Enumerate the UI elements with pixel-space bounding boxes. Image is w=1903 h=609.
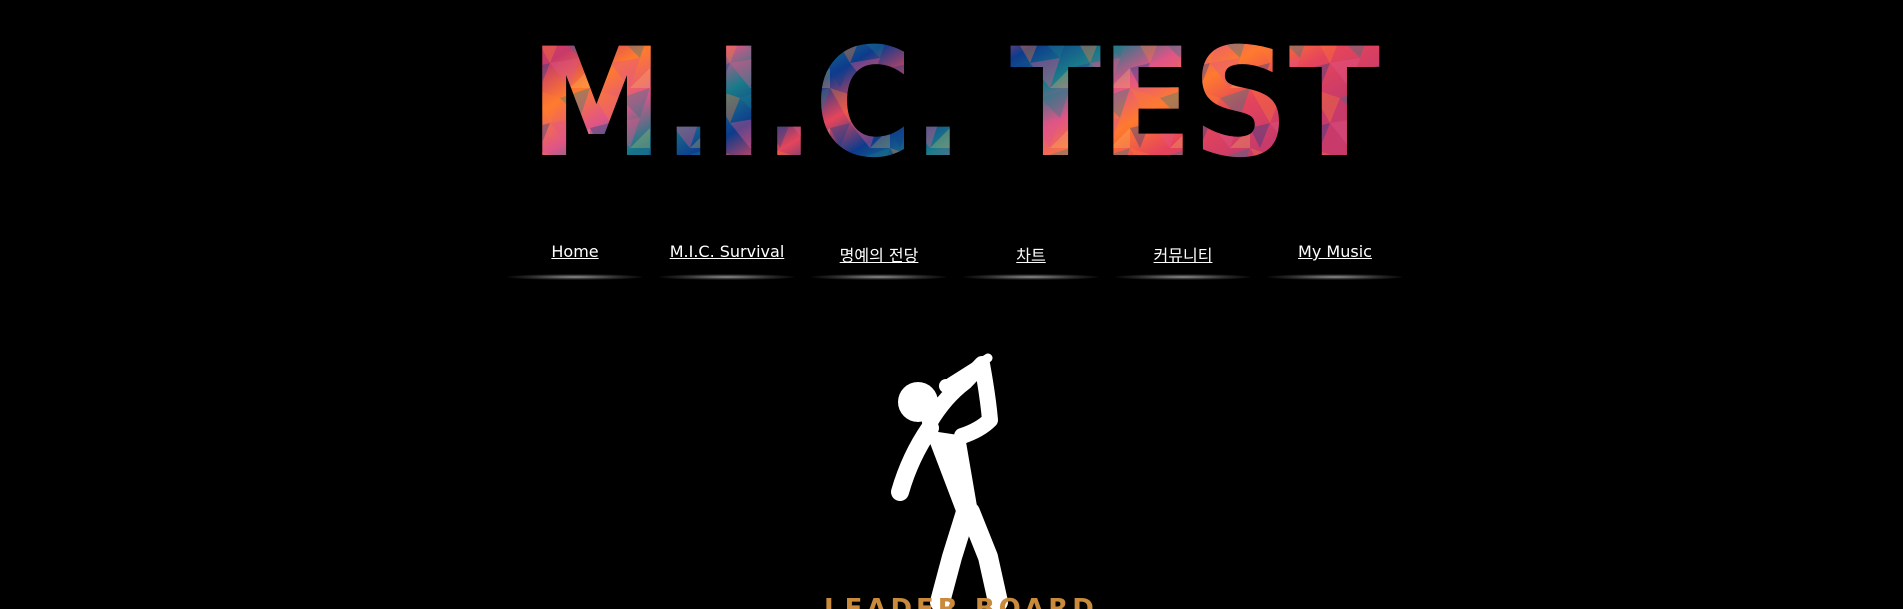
nav-link-chart[interactable]: 차트: [1016, 242, 1045, 266]
site-logo[interactable]: M.I.C. TEST M.I.C. TEST: [530, 28, 1380, 168]
nav-link-community[interactable]: 커뮤니티: [1154, 242, 1213, 266]
nav-shadow: [659, 274, 795, 280]
nav-link-mic-survival[interactable]: M.I.C. Survival: [670, 242, 785, 261]
main-nav: Home M.I.C. Survival 명예의 전당 차트 커뮤니티 My M…: [505, 232, 1405, 280]
nav-item-community[interactable]: 커뮤니티: [1113, 232, 1253, 280]
logo-mosaic-icon: M.I.C. TEST M.I.C. TEST: [530, 28, 1380, 168]
nav-shadow: [811, 274, 947, 280]
nav-shadow: [1267, 274, 1403, 280]
hero-singer: [870, 352, 1020, 609]
nav-item-my-music[interactable]: My Music: [1265, 232, 1405, 280]
svg-text:M.I.C. TEST: M.I.C. TEST: [530, 28, 1380, 168]
leaderboard-title: LEADER BOARD: [824, 594, 1098, 609]
nav-link-home[interactable]: Home: [551, 242, 598, 261]
singer-with-microphone-icon: [891, 353, 1008, 609]
nav-shadow: [963, 274, 1099, 280]
nav-shadow: [507, 274, 643, 280]
nav-link-my-music[interactable]: My Music: [1298, 242, 1372, 261]
nav-item-chart[interactable]: 차트: [961, 232, 1101, 280]
nav-item-home[interactable]: Home: [505, 232, 645, 280]
nav-link-hall-of-fame[interactable]: 명예의 전당: [840, 242, 919, 266]
nav-item-mic-survival[interactable]: M.I.C. Survival: [657, 232, 797, 280]
nav-item-hall-of-fame[interactable]: 명예의 전당: [809, 232, 949, 280]
nav-shadow: [1115, 274, 1251, 280]
